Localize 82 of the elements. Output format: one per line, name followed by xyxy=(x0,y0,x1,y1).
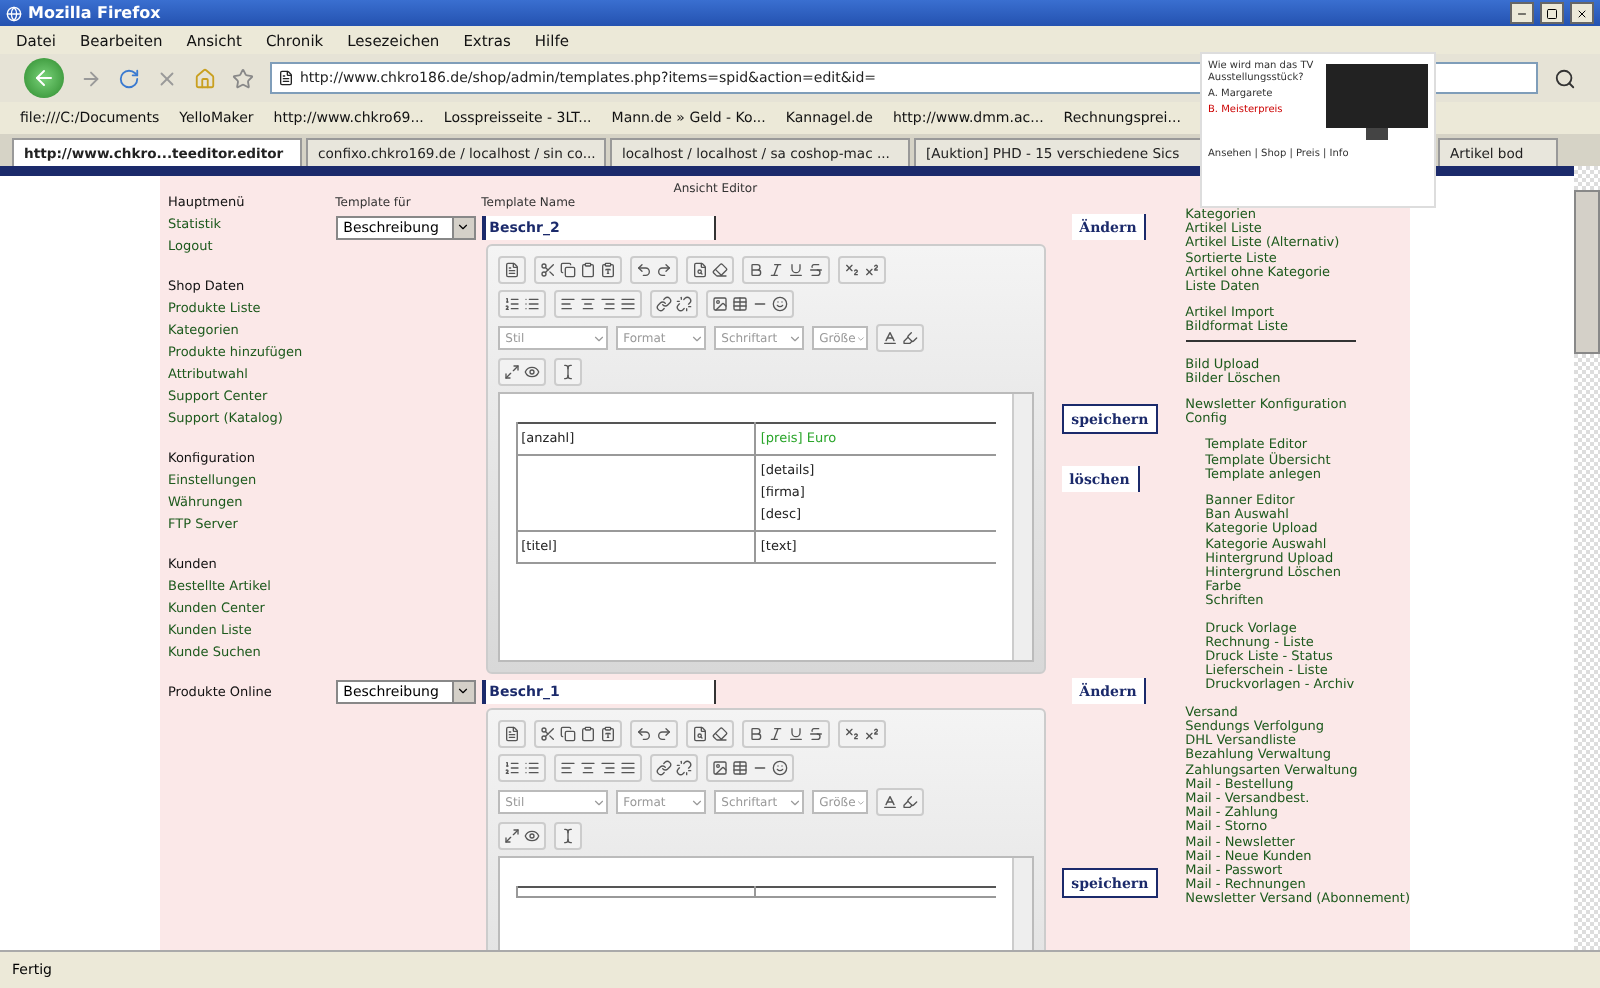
link-icon[interactable] xyxy=(655,296,672,312)
minimize-button[interactable] xyxy=(1510,2,1534,24)
align-center-icon[interactable] xyxy=(579,760,596,776)
image-icon[interactable] xyxy=(711,296,728,312)
redo-icon[interactable] xyxy=(655,262,672,278)
maximize-icon[interactable] xyxy=(1546,7,1558,19)
strikethrough-icon[interactable] xyxy=(807,262,824,278)
dropdown-caret-icon[interactable] xyxy=(456,684,471,698)
text-color-icon[interactable] xyxy=(881,330,898,346)
browser-logo-icon xyxy=(6,5,22,21)
text-color-icon[interactable] xyxy=(881,794,898,810)
scrollbar-thumb[interactable] xyxy=(1574,190,1600,354)
paste-icon[interactable] xyxy=(579,262,596,278)
image-icon[interactable] xyxy=(711,760,728,776)
maximize-icon[interactable] xyxy=(503,364,520,380)
copy-icon[interactable] xyxy=(559,262,576,278)
justify-icon[interactable] xyxy=(619,296,636,312)
numbered-list-icon[interactable] xyxy=(503,296,520,312)
paste-icon[interactable] xyxy=(579,726,596,742)
copy-icon[interactable] xyxy=(559,726,576,742)
align-right-icon[interactable] xyxy=(599,760,616,776)
text-cursor-icon[interactable] xyxy=(559,828,576,844)
bookmark-star-icon[interactable] xyxy=(232,67,254,89)
find-icon[interactable] xyxy=(691,726,708,742)
paste-text-icon[interactable] xyxy=(599,262,616,278)
bold-icon[interactable] xyxy=(747,726,764,742)
align-left-icon[interactable] xyxy=(559,296,576,312)
preview-icon[interactable] xyxy=(523,364,540,380)
subscript-icon[interactable] xyxy=(843,262,860,278)
bullet-list-icon[interactable] xyxy=(523,296,540,312)
maximize-icon[interactable] xyxy=(503,828,520,844)
back-button[interactable] xyxy=(24,58,64,98)
maximize-button[interactable] xyxy=(1540,2,1564,24)
minimize-icon[interactable] xyxy=(1516,7,1528,19)
preview-icon[interactable] xyxy=(523,828,540,844)
window-title: Mozilla Firefox xyxy=(28,4,163,22)
eraser-icon[interactable] xyxy=(711,726,728,742)
table-icon[interactable] xyxy=(731,760,748,776)
smiley-icon[interactable] xyxy=(771,760,788,776)
unlink-icon[interactable] xyxy=(675,760,692,776)
bold-icon[interactable] xyxy=(747,262,764,278)
close-button[interactable] xyxy=(1570,2,1594,24)
superscript-icon[interactable] xyxy=(863,726,880,742)
bullet-list-icon[interactable] xyxy=(523,760,540,776)
link-icon[interactable] xyxy=(655,760,672,776)
text-cursor-icon[interactable] xyxy=(559,364,576,380)
table-icon[interactable] xyxy=(731,296,748,312)
underline-icon[interactable] xyxy=(787,262,804,278)
highlight-color-icon[interactable] xyxy=(901,794,918,810)
new-page-icon[interactable] xyxy=(503,262,520,278)
find-icon[interactable] xyxy=(691,262,708,278)
page-icon xyxy=(278,70,294,86)
tv-drawing xyxy=(1322,60,1428,144)
eraser-icon[interactable] xyxy=(711,262,728,278)
undo-icon[interactable] xyxy=(635,726,652,742)
strikethrough-icon[interactable] xyxy=(807,726,824,742)
cut-icon[interactable] xyxy=(539,726,556,742)
close-icon[interactable] xyxy=(1576,7,1588,19)
dropdown-caret-icon[interactable] xyxy=(456,220,471,234)
search-icon[interactable] xyxy=(1554,67,1576,89)
superscript-icon[interactable] xyxy=(863,262,880,278)
smiley-icon[interactable] xyxy=(771,296,788,312)
align-center-icon[interactable] xyxy=(579,296,596,312)
numbered-list-icon[interactable] xyxy=(503,760,520,776)
editor-scrollbar[interactable] xyxy=(1011,394,1032,660)
undo-icon[interactable] xyxy=(635,262,652,278)
subscript-icon[interactable] xyxy=(843,726,860,742)
paste-text-icon[interactable] xyxy=(599,726,616,742)
align-right-icon[interactable] xyxy=(599,296,616,312)
highlight-color-icon[interactable] xyxy=(901,330,918,346)
redo-icon[interactable] xyxy=(655,726,672,742)
align-left-icon[interactable] xyxy=(559,760,576,776)
back-arrow-icon[interactable] xyxy=(32,66,56,90)
cut-icon[interactable] xyxy=(539,262,556,278)
justify-icon[interactable] xyxy=(619,760,636,776)
italic-icon[interactable] xyxy=(767,262,784,278)
reload-icon[interactable] xyxy=(118,67,140,89)
page-scrollbar[interactable] xyxy=(1574,166,1600,950)
new-page-icon[interactable] xyxy=(503,726,520,742)
italic-icon[interactable] xyxy=(767,726,784,742)
underline-icon[interactable] xyxy=(787,726,804,742)
unlink-icon[interactable] xyxy=(675,296,692,312)
